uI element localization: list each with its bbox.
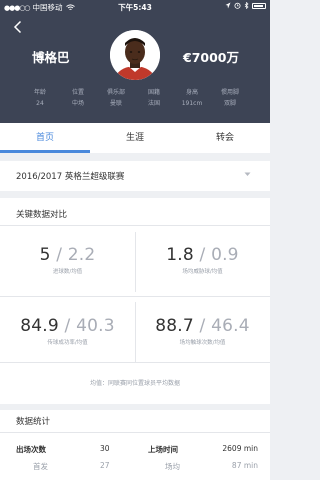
stat-label: 传球成功率/均值 [47,340,88,346]
average-note: 均值：同联赛同位置球员平均数据 [89,380,180,387]
key-data-section: 关键数据对比 5 / 2.2 进球数/均值 1.8 / 0.9 场均威胁球/均值… [0,198,270,404]
player-header: ●●●○○ 中国移动 下午5:43 博格巴 €7000万 年龄 24 位置 中场… [0,0,270,123]
key-data-title: 关键数据对比 [16,210,68,220]
divider [0,432,270,433]
stat-average: 0.9 [211,245,239,265]
stat-value: 87 min [231,461,258,470]
stat-value: 5 [39,245,51,265]
data-statistics-section: 数据统计 出场次数 30 上场时间 2609 min 首发 27 场均 87 m… [0,410,270,480]
season-label: 2016/2017 英格兰超级联赛 [16,172,125,182]
stat-value: 88.7 [155,316,194,336]
battery-icon [252,2,266,9]
stat-value: 2609 min [222,444,258,453]
tab-bar: 首页 生涯 转会 [0,123,270,153]
stat-value: 30 [100,444,110,453]
stat-average: 40.3 [76,316,115,336]
stat-label: 首发 [33,462,48,471]
stat-pass-accuracy: 84.9 / 40.3 传球成功率/均值 [0,316,135,346]
player-info-row: 年龄 24 位置 中场 俱乐部 曼联 国籍 法国 身高 191cm 惯用脚 双脚 [0,87,270,117]
tab-transfer[interactable]: 转会 [180,123,270,153]
divider [0,225,270,226]
status-bar: ●●●○○ 中国移动 下午5:43 [0,0,270,14]
tab-career[interactable]: 生涯 [90,123,180,153]
stat-average: 2.2 [67,245,96,265]
player-profile-screen: ●●●○○ 中国移动 下午5:43 博格巴 €7000万 年龄 24 位置 中场… [0,0,270,480]
stat-touches: 88.7 / 46.4 场均触球次数/均值 [135,316,270,346]
stats-title: 数据统计 [16,417,51,427]
market-value: €7000万 [183,50,239,65]
divider [0,296,270,297]
active-tab-indicator [0,150,90,153]
stat-label: 场均威胁球/均值 [182,269,223,275]
stat-value: 27 [100,461,110,470]
info-preferred-foot: 惯用脚 双脚 [220,89,239,107]
alarm-icon [234,2,241,9]
chevron-down-icon [244,172,251,176]
stat-label: 场均 [165,462,180,471]
stat-average: 46.4 [211,316,250,336]
player-name: 博格巴 [32,50,70,65]
stat-label: 场均触球次数/均值 [179,340,226,346]
stat-threat-balls: 1.8 / 0.9 场均威胁球/均值 [135,245,270,275]
bluetooth-icon [244,2,249,9]
stat-goals: 5 / 2.2 进球数/均值 [0,245,135,275]
divider [0,362,270,363]
back-arrow-icon[interactable] [12,20,24,34]
location-icon [225,2,231,9]
stat-label: 上场时间 [148,445,178,454]
player-avatar [110,30,160,80]
stat-value: 84.9 [20,316,59,336]
tab-home[interactable]: 首页 [0,123,90,153]
stat-label: 进球数/均值 [52,269,83,275]
season-selector[interactable]: 2016/2017 英格兰超级联赛 [0,161,270,191]
stat-value: 1.8 [166,245,194,265]
stat-label: 出场次数 [16,445,46,454]
